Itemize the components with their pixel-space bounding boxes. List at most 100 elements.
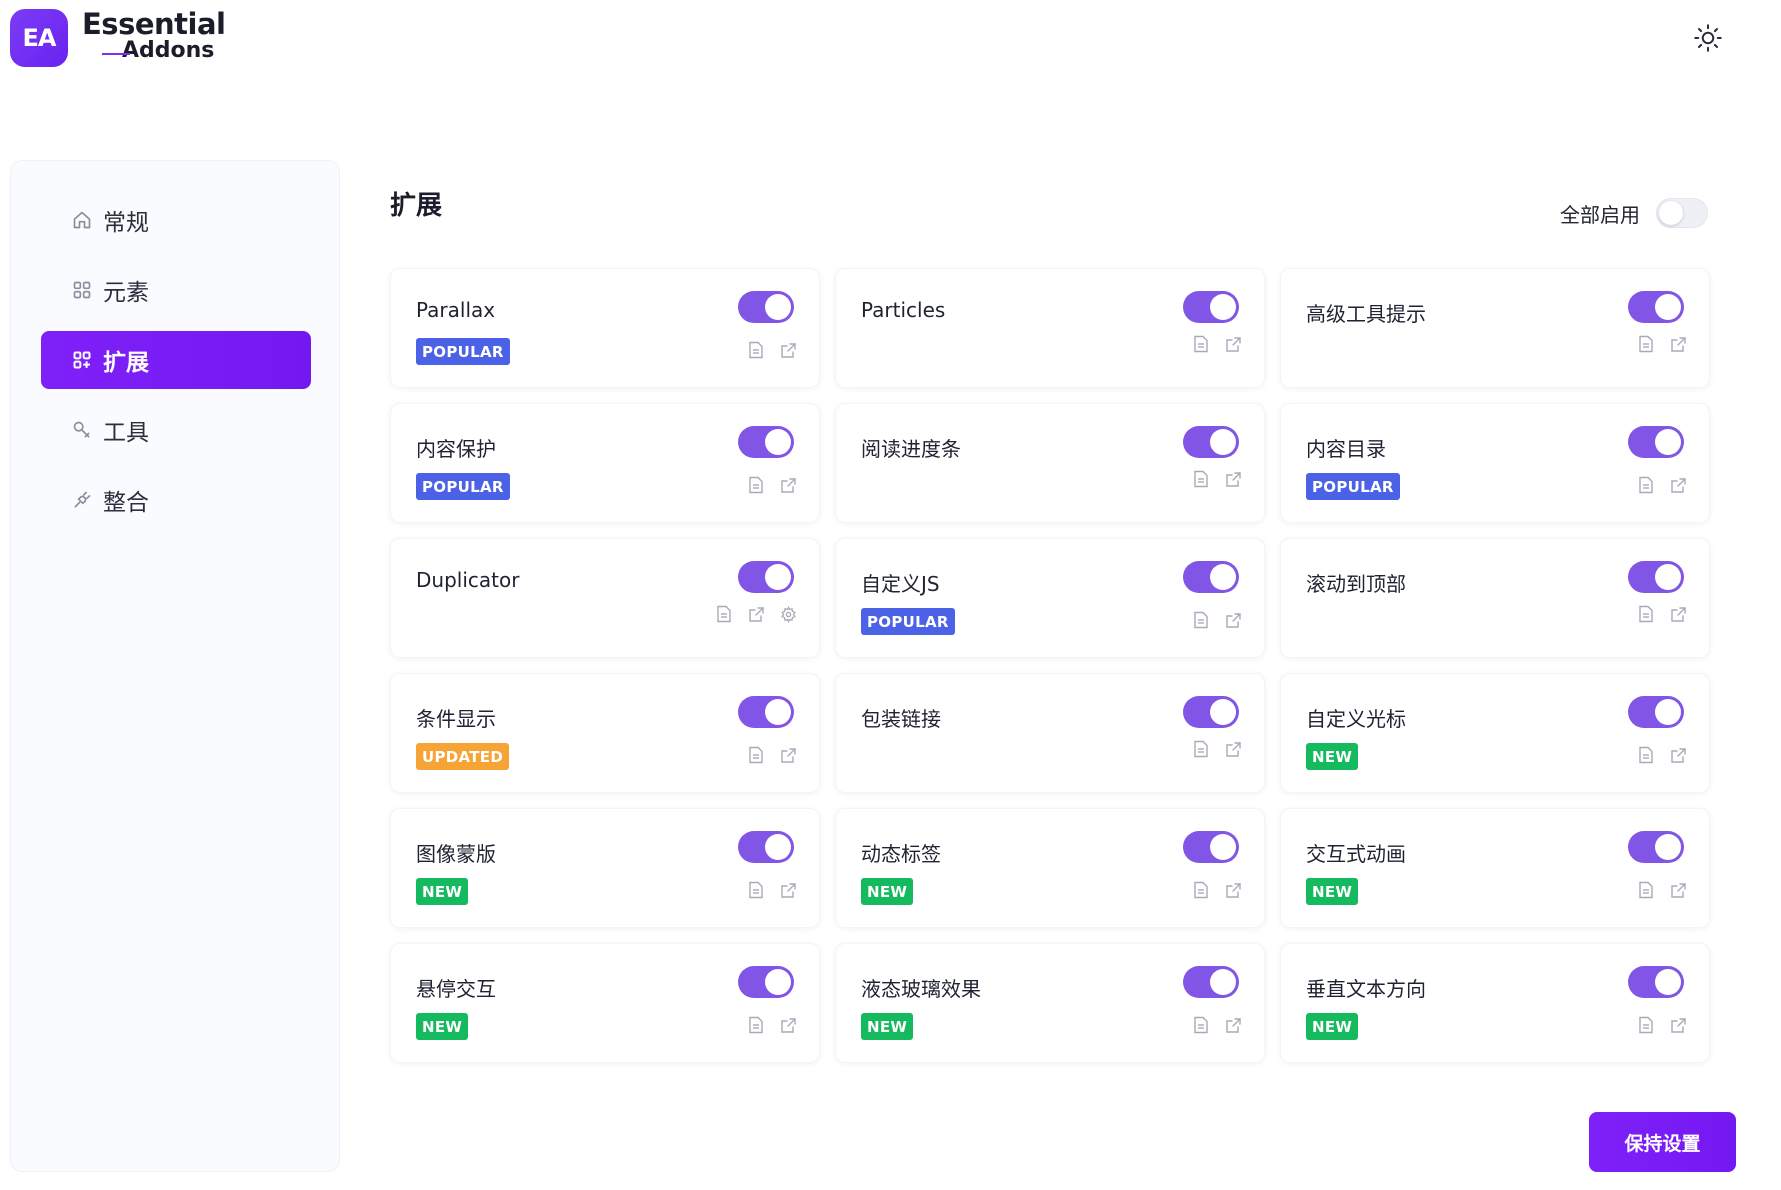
documentation-icon[interactable] xyxy=(1192,740,1210,758)
external-link-icon[interactable] xyxy=(779,476,797,494)
sidebar-item-extensions[interactable]: 扩展 xyxy=(41,331,311,389)
toggle-knob xyxy=(765,969,791,995)
extension-card: 滚动到顶部 xyxy=(1280,538,1710,658)
extension-toggle[interactable] xyxy=(738,291,794,323)
documentation-icon[interactable] xyxy=(1637,335,1655,353)
external-link-icon[interactable] xyxy=(1669,335,1687,353)
sidebar-item-elements[interactable]: 元素 xyxy=(41,261,311,319)
extension-toggle[interactable] xyxy=(1183,696,1239,728)
documentation-icon[interactable] xyxy=(1192,881,1210,899)
extension-actions xyxy=(1192,335,1242,353)
save-settings-button[interactable]: 保持设置 xyxy=(1589,1112,1736,1172)
sidebar-item-label: 扩展 xyxy=(103,350,149,376)
extension-actions xyxy=(747,746,797,764)
documentation-icon[interactable] xyxy=(747,881,765,899)
extension-actions xyxy=(1192,1016,1242,1034)
toggle-knob xyxy=(1210,429,1236,455)
status-badge: POPULAR xyxy=(416,473,510,500)
external-link-icon[interactable] xyxy=(1224,1016,1242,1034)
documentation-icon[interactable] xyxy=(747,1016,765,1034)
extension-actions xyxy=(747,341,797,359)
documentation-icon[interactable] xyxy=(1637,881,1655,899)
documentation-icon[interactable] xyxy=(1192,335,1210,353)
external-link-icon[interactable] xyxy=(1224,335,1242,353)
documentation-icon[interactable] xyxy=(1637,746,1655,764)
documentation-icon[interactable] xyxy=(1637,476,1655,494)
documentation-icon[interactable] xyxy=(1192,470,1210,488)
toggle-knob xyxy=(1210,969,1236,995)
external-link-icon[interactable] xyxy=(1224,611,1242,629)
extension-toggle[interactable] xyxy=(738,966,794,998)
extension-toggle[interactable] xyxy=(1183,426,1239,458)
gear-icon[interactable] xyxy=(779,605,797,623)
extension-title: 图像蒙版 xyxy=(416,842,496,866)
extension-toggle[interactable] xyxy=(738,696,794,728)
extension-toggle[interactable] xyxy=(1628,696,1684,728)
extension-toggle[interactable] xyxy=(1628,291,1684,323)
status-badge: NEW xyxy=(861,1013,914,1040)
toggle-knob xyxy=(1210,564,1236,590)
brand-logo[interactable]: EA xyxy=(10,9,68,67)
external-link-icon[interactable] xyxy=(747,605,765,623)
external-link-icon[interactable] xyxy=(779,746,797,764)
external-link-icon[interactable] xyxy=(1224,470,1242,488)
external-link-icon[interactable] xyxy=(1669,476,1687,494)
extension-toggle[interactable] xyxy=(1183,561,1239,593)
extension-title: Parallax xyxy=(416,298,496,322)
extension-toggle[interactable] xyxy=(1628,426,1684,458)
extension-actions xyxy=(1637,1016,1687,1034)
status-badge: NEW xyxy=(861,878,914,905)
external-link-icon[interactable] xyxy=(1669,605,1687,623)
extension-toggle[interactable] xyxy=(738,561,794,593)
extension-title: 内容目录 xyxy=(1306,437,1386,461)
documentation-icon[interactable] xyxy=(715,605,733,623)
extension-card: 内容目录 POPULAR xyxy=(1280,403,1710,523)
extension-toggle[interactable] xyxy=(1628,831,1684,863)
documentation-icon[interactable] xyxy=(1192,1016,1210,1034)
extension-toggle[interactable] xyxy=(1183,291,1239,323)
documentation-icon[interactable] xyxy=(1637,605,1655,623)
toggle-knob xyxy=(1659,201,1683,225)
documentation-icon[interactable] xyxy=(747,341,765,359)
status-badge: NEW xyxy=(416,878,469,905)
sidebar-item-integrations[interactable]: 整合 xyxy=(41,471,311,529)
plug-icon xyxy=(71,489,93,511)
extension-toggle[interactable] xyxy=(1183,831,1239,863)
external-link-icon[interactable] xyxy=(1669,881,1687,899)
extension-toggle[interactable] xyxy=(738,426,794,458)
extension-toggle[interactable] xyxy=(738,831,794,863)
status-badge: NEW xyxy=(416,1013,469,1040)
documentation-icon[interactable] xyxy=(747,746,765,764)
extension-toggle[interactable] xyxy=(1183,966,1239,998)
external-link-icon[interactable] xyxy=(779,1016,797,1034)
extension-toggle[interactable] xyxy=(1628,966,1684,998)
theme-toggle-button[interactable] xyxy=(1690,20,1726,56)
external-link-icon[interactable] xyxy=(1224,740,1242,758)
toggle-knob xyxy=(765,429,791,455)
documentation-icon[interactable] xyxy=(1192,611,1210,629)
extension-title: Particles xyxy=(861,298,946,322)
sidebar-item-general[interactable]: 常规 xyxy=(41,191,311,249)
external-link-icon[interactable] xyxy=(1224,881,1242,899)
extension-toggle[interactable] xyxy=(1628,561,1684,593)
enable-all-label: 全部启用 xyxy=(1560,202,1640,227)
external-link-icon[interactable] xyxy=(779,341,797,359)
sidebar: 常规 元素 扩展 工具 整合 xyxy=(10,160,340,1172)
sidebar-item-label: 工具 xyxy=(103,420,149,446)
extension-card: 悬停交互 NEW xyxy=(390,943,820,1063)
extension-actions xyxy=(747,881,797,899)
status-badge: UPDATED xyxy=(416,743,510,770)
external-link-icon[interactable] xyxy=(779,881,797,899)
toggle-knob xyxy=(765,699,791,725)
extension-title: Duplicator xyxy=(416,568,520,592)
tool-icon xyxy=(71,419,93,441)
extension-title: 条件显示 xyxy=(416,707,496,731)
documentation-icon[interactable] xyxy=(747,476,765,494)
documentation-icon[interactable] xyxy=(1637,1016,1655,1034)
main-panel: 扩展 全部启用 Parallax POPULAR Particles 高级工具提示 内容… xyxy=(365,160,1765,1172)
external-link-icon[interactable] xyxy=(1669,1016,1687,1034)
extension-actions xyxy=(1637,746,1687,764)
sidebar-item-tools[interactable]: 工具 xyxy=(41,401,311,459)
enable-all-toggle[interactable] xyxy=(1656,198,1708,228)
external-link-icon[interactable] xyxy=(1669,746,1687,764)
